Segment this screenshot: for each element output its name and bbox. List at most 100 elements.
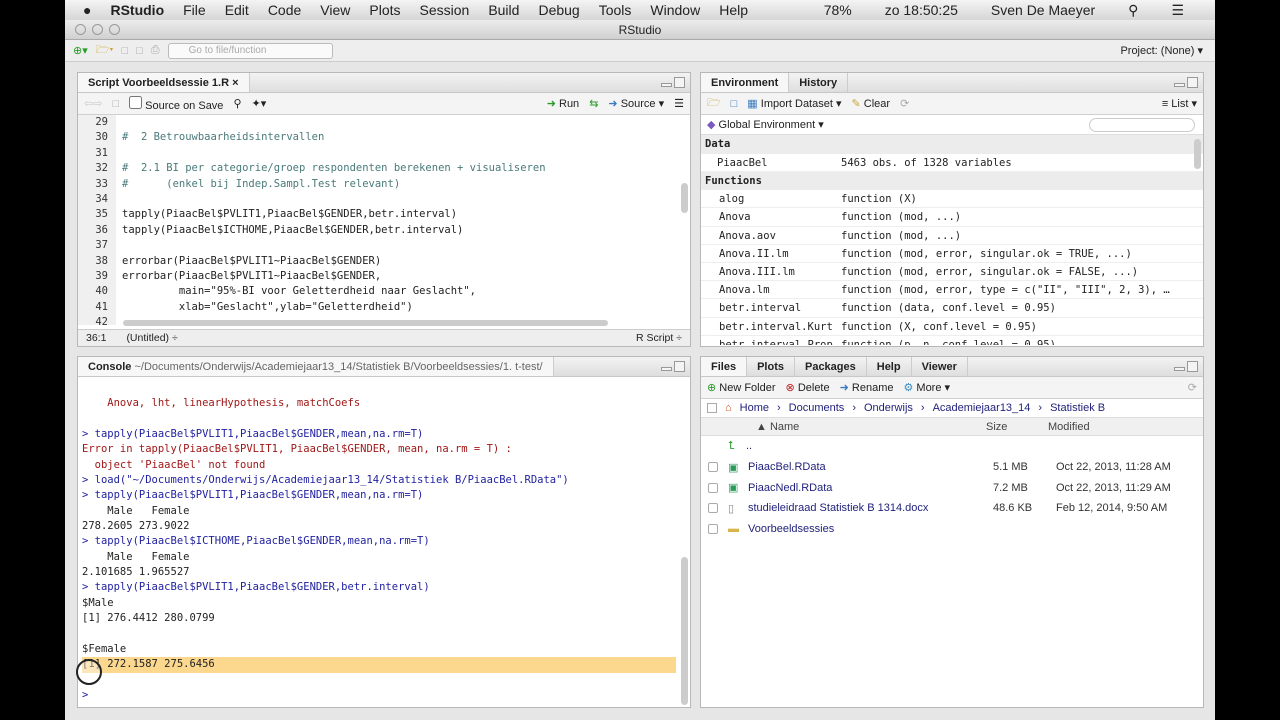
menu-view[interactable]: View [320, 2, 350, 18]
menu-tools[interactable]: Tools [599, 2, 632, 18]
code-editor[interactable]: 29 30 # 2 Betrouwbaarheidsintervallen 31 32 #… [78, 115, 690, 325]
outline-icon[interactable]: ☰ [674, 97, 684, 110]
delete-button[interactable]: ⊗ Delete [786, 381, 830, 394]
project-menu[interactable]: Project: (None) ▾ [1120, 44, 1203, 57]
tab-console[interactable]: Console ~/Documents/Onderwijs/Academieja… [78, 357, 554, 376]
menu-build[interactable]: Build [488, 2, 519, 18]
refresh-icon[interactable]: ⟳ [900, 97, 909, 110]
tab-files[interactable]: Files [701, 357, 748, 376]
go-to-file-input[interactable]: Go to file/function [167, 42, 333, 59]
editor-scrollbar[interactable] [681, 183, 688, 213]
file-row[interactable]: ▬ Voorbeeldsessies [701, 519, 1203, 540]
close-window-button[interactable] [75, 24, 86, 35]
clear-button[interactable]: ✎ Clear [851, 97, 890, 110]
env-function-row[interactable]: alog function (X) [701, 190, 1203, 209]
file-checkbox[interactable] [708, 482, 718, 493]
maximize-pane-button[interactable] [1187, 77, 1198, 88]
tab-help[interactable]: Help [867, 357, 912, 376]
notification-list-icon[interactable]: ☰ [1171, 2, 1184, 19]
env-function-row[interactable]: betr.interval.Prop function (p, n, conf.l… [701, 336, 1203, 345]
file-name[interactable]: Voorbeeldsessies [748, 523, 993, 535]
maximize-pane-button[interactable] [674, 77, 685, 88]
file-name[interactable]: PiaacNedl.RData [748, 482, 993, 494]
minimize-pane-button[interactable] [661, 367, 672, 371]
menu-window[interactable]: Window [650, 2, 700, 18]
tab-viewer[interactable]: Viewer [912, 357, 968, 376]
parent-directory-row[interactable]: ⮤.. [701, 436, 1203, 457]
editor-hscrollbar[interactable] [123, 320, 608, 326]
environment-search-input[interactable] [1089, 117, 1195, 132]
env-var-name[interactable]: PiaacBel [701, 154, 841, 171]
minimize-pane-button[interactable] [661, 83, 672, 87]
save-script-icon[interactable]: □ [112, 98, 119, 110]
print-icon[interactable]: ⎙ [151, 44, 160, 57]
save-all-icon[interactable]: □ [136, 45, 143, 57]
rename-button[interactable]: ➜ Rename [840, 381, 894, 394]
breadcrumb-item[interactable]: Home [740, 402, 769, 414]
env-function-row[interactable]: Anova.III.lm function (mod, error, singul… [701, 263, 1203, 282]
file-type-selector[interactable]: R Script ÷ [636, 332, 682, 344]
file-checkbox[interactable] [708, 524, 718, 535]
home-icon[interactable]: ⌂ [725, 402, 732, 414]
minimize-pane-button[interactable] [1174, 367, 1185, 371]
tab-script[interactable]: Script Voorbeeldsessie 1.R × [78, 73, 250, 92]
env-function-row[interactable]: Anova.II.lm function (mod, error, singula… [701, 245, 1203, 263]
global-environment-dropdown[interactable]: ◆ Global Environment ▾ [707, 118, 824, 131]
new-folder-button[interactable]: ⊕ New Folder [707, 381, 776, 394]
menu-app[interactable]: RStudio [110, 2, 164, 18]
new-file-icon[interactable]: ⊕▾ [73, 44, 88, 57]
env-function-row[interactable]: Anova.aov function (mod, ...) [701, 227, 1203, 245]
console-scrollbar[interactable] [681, 557, 688, 705]
search-icon[interactable]: ⚲ [233, 97, 241, 110]
file-checkbox[interactable] [708, 503, 718, 514]
zoom-window-button[interactable] [109, 24, 120, 35]
rerun-icon[interactable]: ⇆ [589, 97, 598, 110]
source-on-save-checkbox[interactable]: Source on Save [129, 95, 223, 112]
minimize-window-button[interactable] [92, 24, 103, 35]
console-output[interactable]: Anova, lht, linearHypothesis, matchCoefs… [78, 377, 680, 707]
battery-percent[interactable]: 78% [824, 2, 852, 18]
magic-wand-icon[interactable]: ✦▾ [252, 97, 267, 110]
menu-file[interactable]: File [183, 2, 206, 18]
menu-debug[interactable]: Debug [538, 2, 579, 18]
user-name[interactable]: Sven De Maeyer [991, 2, 1095, 18]
env-data-row[interactable]: PiaacBel 5463 obs. of 1328 variables [701, 154, 1203, 172]
minimize-pane-button[interactable] [1174, 83, 1185, 87]
file-row[interactable]: ▯ studieleidraad Statistiek B 1314.docx 48… [701, 498, 1203, 519]
breadcrumb-item[interactable]: Statistiek B [1050, 402, 1105, 414]
refresh-icon[interactable]: ⟳ [1188, 381, 1197, 394]
env-function-row[interactable]: Anova function (mod, ...) [701, 208, 1203, 227]
maximize-pane-button[interactable] [1187, 361, 1198, 372]
spotlight-search-icon[interactable]: ⚲ [1128, 2, 1138, 19]
select-all-checkbox[interactable] [707, 403, 717, 413]
tab-plots[interactable]: Plots [747, 357, 795, 376]
back-forward-icons[interactable]: ⇦⇨ [84, 97, 102, 110]
menu-plots[interactable]: Plots [369, 2, 400, 18]
file-name[interactable]: studieleidraad Statistiek B 1314.docx [748, 502, 993, 514]
source-button[interactable]: ➜ Source ▾ [608, 97, 664, 110]
list-view-button[interactable]: ≡ List ▾ [1162, 97, 1197, 110]
breadcrumb-item[interactable]: Onderwijs [864, 402, 913, 414]
tab-history[interactable]: History [789, 73, 849, 92]
maximize-pane-button[interactable] [674, 361, 685, 372]
file-checkbox[interactable] [708, 462, 718, 473]
tab-packages[interactable]: Packages [795, 357, 867, 376]
menu-code[interactable]: Code [268, 2, 301, 18]
load-workspace-icon[interactable]: 🗁 [707, 94, 721, 113]
clock[interactable]: zo 18:50:25 [885, 2, 958, 18]
env-function-row[interactable]: betr.interval function (data, conf.level … [701, 299, 1203, 318]
tab-environment[interactable]: Environment [701, 73, 790, 92]
env-function-row[interactable]: betr.interval.Kurt function (X, conf.leve… [701, 318, 1203, 336]
apple-icon[interactable]: ● [83, 2, 91, 18]
menu-help[interactable]: Help [719, 2, 748, 18]
env-function-row[interactable]: Anova.lm function (mod, error, type = c("… [701, 281, 1203, 300]
size-column-header[interactable]: Size [986, 421, 1048, 433]
file-row[interactable]: ▣ PiaacBel.RData 5.1 MB Oct 22, 2013, 11:28… [701, 457, 1203, 478]
more-button[interactable]: ⚙ More ▾ [903, 381, 950, 394]
environment-scrollbar[interactable] [1194, 139, 1201, 169]
save-workspace-icon[interactable]: □ [731, 98, 738, 110]
file-name[interactable]: PiaacBel.RData [748, 461, 993, 473]
menu-session[interactable]: Session [420, 2, 470, 18]
open-file-icon[interactable]: 🗁▾ [96, 41, 114, 60]
breadcrumb-item[interactable]: Documents [789, 402, 845, 414]
